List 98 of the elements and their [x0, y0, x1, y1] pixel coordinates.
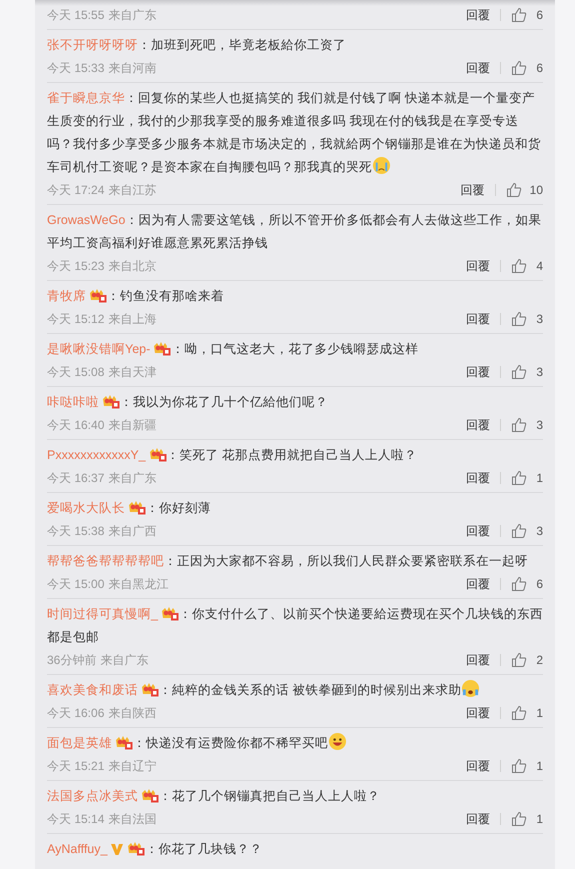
- comment-time: 今天 17:24: [47, 182, 104, 199]
- thumbs-up-icon[interactable]: [511, 758, 527, 774]
- comment-time: 今天 15:14: [47, 811, 104, 828]
- comment-time: 今天 15:23: [47, 258, 104, 275]
- comment-location: 来自新疆: [108, 417, 156, 434]
- reply-link[interactable]: 回覆: [466, 573, 490, 595]
- crown-badge-icon: [148, 446, 167, 462]
- comment-location: 来自陕西: [108, 705, 156, 722]
- like-count: 10: [530, 182, 543, 199]
- comment-location: 来自广东: [108, 470, 156, 487]
- like-count: 6: [535, 60, 543, 77]
- thumbs-up-icon[interactable]: [511, 7, 527, 23]
- like-count: 3: [535, 364, 543, 381]
- comment-time: 今天 15:55: [47, 7, 104, 24]
- thumbs-up-icon[interactable]: [511, 417, 527, 433]
- reply-link[interactable]: 回覆: [466, 755, 490, 777]
- comment-time: 今天 16:37: [47, 470, 104, 487]
- comment-location: 来自黑龙江: [108, 576, 168, 593]
- comment-time: 今天 16:06: [47, 705, 104, 722]
- thumbs-up-icon[interactable]: [511, 576, 527, 592]
- like-count: 3: [535, 311, 543, 328]
- thumbs-up-icon[interactable]: [511, 705, 527, 721]
- like-count: 6: [535, 7, 543, 24]
- crown-badge-icon: [141, 681, 159, 697]
- thumbs-up-icon[interactable]: [506, 182, 522, 198]
- thumbs-up-icon[interactable]: [511, 470, 527, 486]
- comment-time: 今天 16:40: [47, 417, 104, 434]
- comment-text: 咔哒咔啦 ：我以为你花了几十个亿給他们呢？: [47, 392, 329, 411]
- comment-text: 时间过得可真慢啊_ ：你支付什么了、以前买个快递要給运费现在买个几块钱的东西都是包邮: [47, 604, 543, 646]
- comment-text: 张不开呀呀呀呀：加班到死吧，毕竟老板給你工资了: [47, 37, 347, 54]
- comment-location: 来自北京: [108, 258, 156, 275]
- comment-text: 喜欢美食和废话 ：純粹的金钱关系的话 被铁拳砸到的时候别出来求助: [47, 679, 543, 702]
- like-count: 1: [535, 705, 543, 722]
- crown-badge-icon: [141, 787, 159, 803]
- crown-badge-icon: [160, 605, 179, 621]
- like-count: 2: [535, 652, 543, 669]
- vip-icon: [110, 842, 124, 856]
- comment-time: 今天 15:08: [47, 364, 104, 381]
- comment-location: 来自广东: [108, 7, 156, 24]
- comment-time: 今天 15:00: [47, 576, 104, 593]
- thumbs-up-icon[interactable]: [511, 311, 527, 327]
- crown-badge-icon: [102, 393, 120, 409]
- comment-text: PxxxxxxxxxxxxY_ ：笑死了 花那点费用就把自己当人上人啦？: [47, 445, 418, 464]
- reply-link[interactable]: 回覆: [466, 4, 490, 26]
- comment-location: 来自法国: [108, 811, 156, 828]
- reply-link[interactable]: 回覆: [466, 57, 490, 79]
- comment-location: 来自广东: [100, 652, 148, 669]
- comment-text: 雀于瞬息京华：回复你的某些人也挺搞笑的 我们就是付钱了啊 快递本就是一个量变产生质变的行业，我付的少那我享受的服务难道很多吗 我现在付的钱我是在享受专送吗？我付多少享受多少服务本就是市场决定的，我就給两个钢镚那是谁在为快递员和货车司机付工资呢？是资本家在自掏腰包吗？那我真的哭死: [47, 90, 542, 177]
- comment-text: 面包是英雄 ：快递没有运费险你都不稀罕买吧: [47, 732, 543, 755]
- comment-text: 帮帮爸爸帮帮帮帮吧：正因为大家都不容易，所以我们人民群众要紧密联系在一起呀: [47, 553, 529, 570]
- thumbs-up-icon[interactable]: [511, 811, 527, 827]
- comment-text: 是啾啾没错啊Yep- ：呦，口气这老大，花了多少钱嘚瑟成这样: [47, 339, 420, 358]
- like-count: 3: [535, 417, 543, 434]
- comment-time: 今天 15:21: [47, 758, 104, 775]
- comment-time: 今天 15:12: [47, 311, 104, 328]
- crown-badge-icon: [128, 499, 146, 515]
- comment-text: 法国多点冰美式 ：花了几个钢镚真把自己当人上人啦？: [47, 786, 381, 805]
- reply-link[interactable]: 回覆: [466, 649, 490, 671]
- like-count: 3: [535, 523, 543, 540]
- comment-location: 来自江苏: [108, 182, 156, 199]
- comment-time: 今天 15:33: [47, 60, 104, 77]
- emoji-icon: [372, 156, 391, 175]
- like-count: 1: [535, 811, 543, 828]
- crown-badge-icon: [153, 340, 172, 356]
- like-count: 4: [535, 258, 543, 275]
- thumbs-up-icon[interactable]: [511, 652, 527, 668]
- emoji-icon: [328, 732, 347, 751]
- comment-location: 来自广西: [108, 523, 156, 540]
- comment-time: 36分钟前: [47, 652, 96, 669]
- like-count: 1: [535, 758, 543, 775]
- reply-link[interactable]: 回覆: [466, 467, 490, 489]
- like-count: 6: [535, 576, 543, 593]
- thumbs-up-icon[interactable]: [511, 60, 527, 76]
- comment-time: 今天 15:38: [47, 523, 104, 540]
- comment-text: 青牧席 ：钓鱼没有那啥来着: [47, 286, 225, 305]
- comment-location: 来自辽宁: [108, 758, 156, 775]
- reply-link[interactable]: 回覆: [466, 520, 490, 542]
- comment-location: 来自天津: [108, 364, 156, 381]
- crown-badge-icon: [89, 287, 107, 303]
- thumbs-up-icon[interactable]: [511, 258, 527, 274]
- comment-location: 来自河南: [108, 60, 156, 77]
- emoji-icon: [461, 679, 480, 698]
- thumbs-up-icon[interactable]: [511, 364, 527, 380]
- crown-badge-icon: [127, 840, 146, 856]
- comment-location: 来自上海: [108, 311, 156, 328]
- reply-link[interactable]: 回覆: [466, 255, 490, 277]
- thumbs-up-icon[interactable]: [511, 523, 527, 539]
- comment-text: 爱喝水大队长 ：你好刻薄: [47, 498, 212, 517]
- crown-badge-icon: [115, 734, 133, 750]
- reply-link[interactable]: 回覆: [466, 702, 490, 724]
- reply-link[interactable]: 回覆: [460, 179, 485, 201]
- comment-text: AyNafffuy_ ：你花了几块钱？？: [47, 839, 264, 858]
- reply-link[interactable]: 回覆: [466, 361, 490, 383]
- reply-link[interactable]: 回覆: [466, 308, 490, 330]
- reply-link[interactable]: 回覆: [466, 808, 490, 830]
- like-count: 1: [535, 470, 543, 487]
- comment-text: GrowasWeGo：因为有人需要这笔钱，所以不管开价多低都会有人去做这些工作，如果平均工资高福利好谁愿意累死累活挣钱: [47, 212, 542, 252]
- reply-link[interactable]: 回覆: [466, 414, 490, 436]
